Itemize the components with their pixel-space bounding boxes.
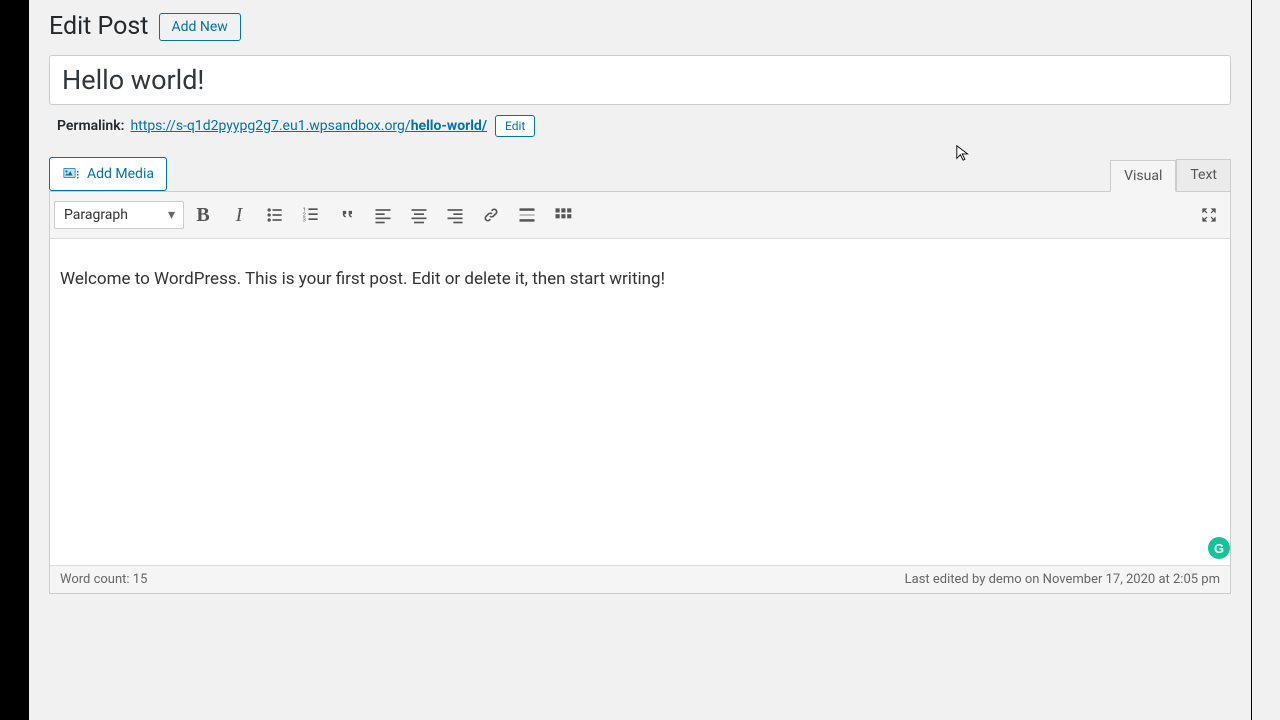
media-icon: [62, 165, 80, 183]
word-count: Word count: 15: [60, 572, 147, 587]
add-new-button[interactable]: Add New: [159, 13, 241, 41]
editor-text: Welcome to WordPress. This is your first…: [60, 269, 665, 289]
format-select-label: Paragraph: [64, 207, 128, 223]
permalink-slug: hello-world/: [411, 118, 487, 134]
add-media-label: Add Media: [87, 166, 154, 182]
bold-button[interactable]: B: [186, 198, 220, 232]
read-more-button[interactable]: [510, 198, 544, 232]
grammarly-icon[interactable]: G: [1208, 537, 1230, 559]
scrollbar-track[interactable]: [1252, 0, 1280, 720]
format-select[interactable]: Paragraph: [54, 201, 184, 229]
permalink-label: Permalink:: [57, 118, 124, 134]
toolbar-toggle-button[interactable]: [546, 198, 580, 232]
post-title-input[interactable]: [49, 55, 1231, 105]
svg-text:3: 3: [303, 218, 306, 224]
last-edited: Last edited by demo on November 17, 2020…: [905, 572, 1220, 587]
fullscreen-button[interactable]: [1192, 198, 1226, 232]
add-media-button[interactable]: Add Media: [49, 157, 167, 191]
editor-body[interactable]: Welcome to WordPress. This is your first…: [50, 239, 1230, 565]
editor: Paragraph B I 123 Welcome to WordPress. …: [49, 191, 1231, 594]
blockquote-button[interactable]: [330, 198, 364, 232]
permalink-row: Permalink: https://s-q1d2pyypg2g7.eu1.wp…: [49, 111, 1231, 157]
tab-visual[interactable]: Visual: [1110, 160, 1176, 192]
tab-text[interactable]: Text: [1176, 159, 1231, 191]
link-button[interactable]: [474, 198, 508, 232]
permalink-edit-button[interactable]: Edit: [495, 115, 535, 137]
permalink-base: https://s-q1d2pyypg2g7.eu1.wpsandbox.org…: [130, 118, 410, 134]
page-title: Edit Post: [49, 12, 149, 41]
align-left-button[interactable]: [366, 198, 400, 232]
editor-toolbar: Paragraph B I 123: [50, 192, 1230, 239]
italic-button[interactable]: I: [222, 198, 256, 232]
bullet-list-button[interactable]: [258, 198, 292, 232]
permalink-url[interactable]: https://s-q1d2pyypg2g7.eu1.wpsandbox.org…: [130, 118, 487, 134]
editor-footer: Word count: 15 Last edited by demo on No…: [50, 565, 1230, 593]
align-center-button[interactable]: [402, 198, 436, 232]
numbered-list-button[interactable]: 123: [294, 198, 328, 232]
align-right-button[interactable]: [438, 198, 472, 232]
